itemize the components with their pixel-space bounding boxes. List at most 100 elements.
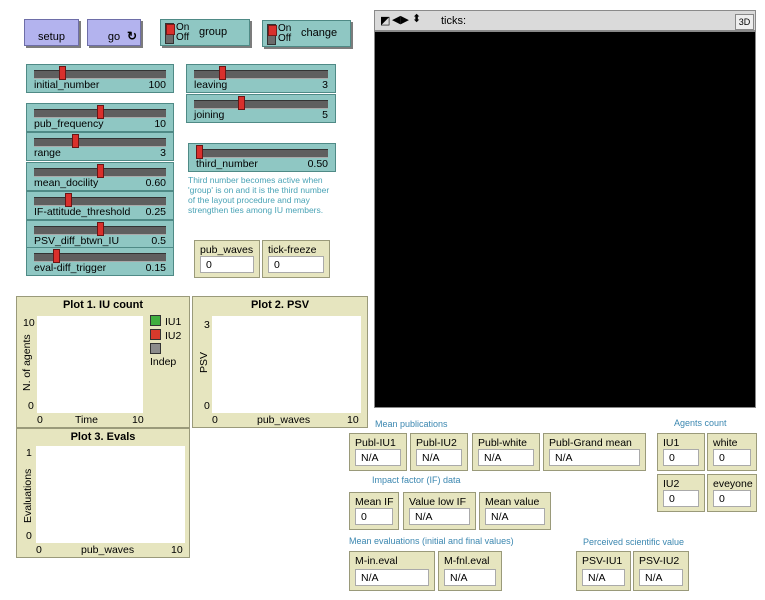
go-button[interactable]: go ↻: [87, 19, 141, 46]
eval-diff-trigger-slider[interactable]: eval-diff_trigger 0.15: [26, 247, 174, 276]
monitor-value: N/A: [416, 449, 462, 466]
plot-area: [36, 446, 185, 543]
slider-track: [196, 149, 328, 158]
monitor-label: tick-freeze: [268, 244, 317, 256]
3d-label: 3D: [738, 17, 751, 27]
monitor-value: N/A: [485, 508, 545, 525]
pub-frequency-slider[interactable]: pub_frequency 10: [26, 103, 174, 132]
monitor-label: Publ-IU2: [416, 437, 457, 449]
plot-psv: Plot 2. PSV 3 0 0 pub_waves 10 PSV: [192, 296, 368, 428]
psv-iu2-monitor: PSV-IU2 N/A: [633, 551, 689, 591]
monitor-value: 0: [268, 256, 324, 273]
view-size-icon[interactable]: ◩: [380, 14, 390, 27]
x-max-label: 10: [171, 544, 183, 556]
group-switch-label: group: [199, 26, 228, 38]
slider-value: 0.25: [145, 206, 166, 218]
monitor-label: PSV-IU1: [582, 555, 623, 567]
y-axis-label: N. of agents: [21, 334, 33, 391]
monitor-value: N/A: [355, 569, 429, 586]
monitor-value: 0: [200, 256, 254, 273]
mean-if-monitor: Mean IF 0: [349, 492, 399, 530]
leaving-slider[interactable]: leaving 3: [186, 64, 336, 93]
monitor-value: 0: [663, 490, 699, 507]
slider-handle[interactable]: [52, 249, 60, 263]
psv-diff-btwn-iu-slider[interactable]: PSV_diff_btwn_IU 0.5: [26, 220, 174, 249]
slider-label: pub_frequency: [34, 118, 104, 130]
slider-value: 5: [322, 109, 328, 121]
monitor-label: Value low IF: [409, 496, 466, 508]
legend-swatch: [150, 343, 161, 354]
legend-swatch: [150, 329, 161, 340]
legend-swatch: [150, 315, 161, 326]
slider-handle[interactable]: [238, 96, 246, 110]
monitor-label: Mean value: [485, 496, 540, 508]
switch-knob: [268, 25, 277, 36]
section-agents-count: Agents count: [674, 418, 727, 428]
slider-label: eval-diff_trigger: [34, 262, 107, 274]
slider-value: 10: [154, 118, 166, 130]
monitor-value: N/A: [444, 569, 496, 586]
joining-slider[interactable]: joining 5: [186, 94, 336, 123]
change-switch[interactable]: On Off change: [262, 20, 351, 47]
slider-label: range: [34, 147, 61, 159]
slider-handle[interactable]: [59, 66, 66, 80]
white-count-monitor: white 0: [707, 433, 757, 471]
section-mean-publications: Mean publications: [375, 419, 448, 429]
x-axis-label: pub_waves: [257, 414, 311, 426]
slider-handle[interactable]: [219, 66, 227, 80]
x-max-label: 10: [347, 414, 359, 426]
group-switch[interactable]: On Off group: [160, 19, 250, 46]
up-down-arrows-icon[interactable]: ⬍: [412, 12, 421, 25]
publ-white-monitor: Publ-white N/A: [472, 433, 540, 471]
if-attitude-threshold-slider[interactable]: IF-attitude_threshold 0.25: [26, 191, 174, 220]
switch-off-label: Off: [176, 32, 190, 43]
slider-handle[interactable]: [65, 193, 73, 207]
plot-title: Plot 2. PSV: [250, 299, 310, 311]
slider-value: 0.5: [151, 235, 166, 247]
setup-button[interactable]: setup: [24, 19, 79, 46]
initial-number-slider[interactable]: initial_number 100: [26, 64, 174, 93]
slider-handle[interactable]: [96, 105, 104, 119]
slider-track: [34, 138, 166, 147]
y-axis-label: Evaluations: [22, 468, 34, 523]
slider-handle[interactable]: [96, 222, 104, 236]
y-min-label: 0: [26, 530, 32, 542]
legend-item-iu2: IU2: [150, 329, 181, 342]
value-low-if-monitor: Value low IF N/A: [403, 492, 476, 530]
iu2-count-monitor: IU2 0: [657, 474, 705, 512]
monitor-label: IU1: [663, 437, 680, 449]
slider-handle[interactable]: [96, 164, 104, 178]
monitor-label: eveyone: [713, 478, 753, 490]
range-slider[interactable]: range 3: [26, 132, 174, 161]
monitor-value: N/A: [549, 449, 640, 466]
view-toolbar: ◩ ◀▶ ⬍ ticks: 3D: [374, 10, 756, 31]
note-line: 'group' is on and it is the third number: [188, 185, 330, 195]
slider-handle[interactable]: [71, 134, 79, 148]
legend-label: IU2: [165, 330, 182, 342]
tick-freeze-monitor: tick-freeze 0: [262, 240, 330, 278]
monitor-label: Publ-Grand mean: [549, 437, 632, 449]
m-fnl-eval-monitor: M-fnl.eval N/A: [438, 551, 502, 591]
switch-off-label: Off: [278, 33, 292, 44]
setup-label: setup: [38, 31, 65, 43]
monitor-label: PSV-IU2: [639, 555, 680, 567]
publ-iu2-monitor: Publ-IU2 N/A: [410, 433, 468, 471]
y-max-label: 1: [26, 447, 32, 459]
iu1-count-monitor: IU1 0: [657, 433, 705, 471]
slider-handle[interactable]: [196, 145, 203, 159]
slider-value: 3: [160, 147, 166, 159]
3d-button[interactable]: 3D: [735, 14, 754, 30]
plot-area: [212, 316, 361, 413]
note-line: of the layout procedure and may: [188, 195, 310, 205]
left-right-arrows-icon[interactable]: ◀▶: [392, 13, 409, 26]
note-line: strengthen ties among IU members.: [188, 205, 324, 215]
forever-icon: ↻: [126, 29, 137, 43]
third-number-note: Third number becomes active when 'group'…: [188, 175, 368, 215]
third-number-slider[interactable]: third_number 0.50: [188, 143, 336, 172]
world-view[interactable]: [374, 31, 756, 408]
legend-label: IU1: [165, 316, 182, 328]
change-switch-label: change: [301, 27, 338, 39]
mean-docility-slider[interactable]: mean_docility 0.60: [26, 162, 174, 191]
m-in-eval-monitor: M-in.eval N/A: [349, 551, 435, 591]
monitor-value: N/A: [639, 569, 683, 586]
